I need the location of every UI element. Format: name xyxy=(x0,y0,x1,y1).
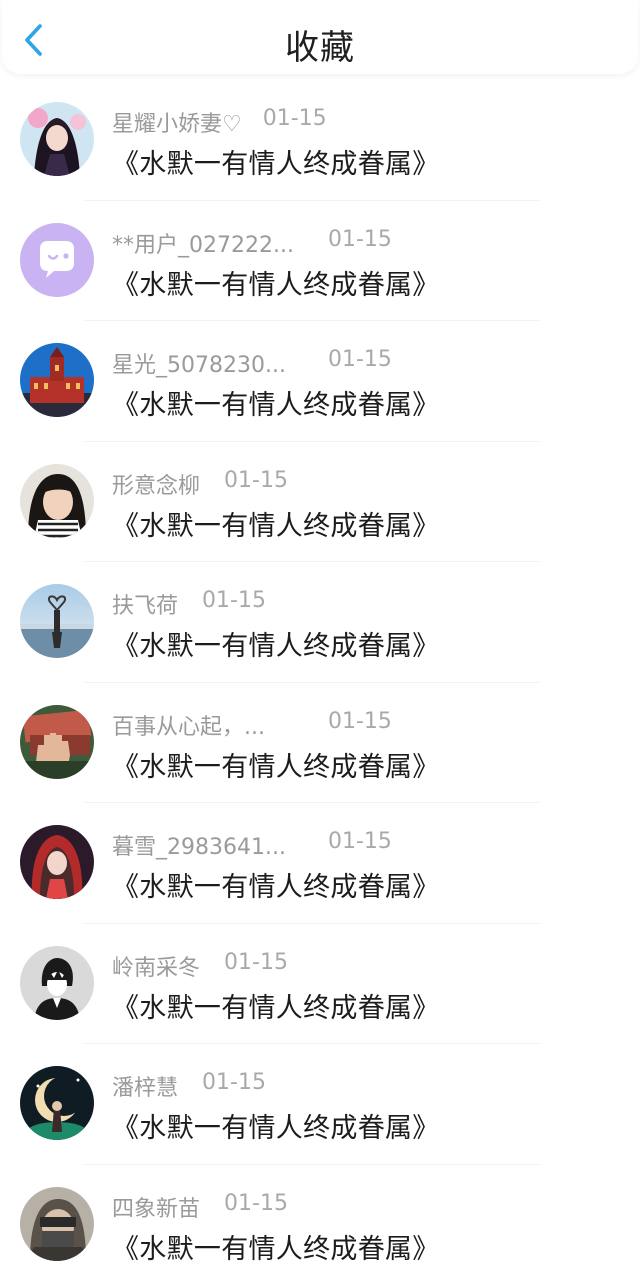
item-meta: 四象新苗 01-15 xyxy=(112,1190,288,1222)
seaside-heart-avatar[interactable] xyxy=(20,584,94,658)
favorite-title[interactable]: 《水默一有情人终成眷属》 xyxy=(112,865,440,904)
username[interactable]: 暮雪_2983641... xyxy=(112,829,308,861)
list-item[interactable]: 扶飞荷 01-15 《水默一有情人终成眷属》 xyxy=(0,562,640,683)
item-meta: 百事从心起，... 01-15 xyxy=(112,708,392,740)
username[interactable]: **用户_027222... xyxy=(112,227,308,259)
list-item[interactable]: **用户_027222... 01-15 《水默一有情人终成眷属》 xyxy=(0,201,640,321)
list-item[interactable]: 星耀小娇妻♡ 01-15 《水默一有情人终成眷属》 xyxy=(0,80,640,201)
chat-bubble-default-avatar[interactable] xyxy=(20,222,94,297)
list-item[interactable]: 潘梓慧 01-15 《水默一有情人终成眷属》 xyxy=(0,1044,640,1165)
list-item[interactable]: 星光_5078230... 01-15 《水默一有情人终成眷属》 xyxy=(0,321,640,442)
list-item[interactable]: 形意念柳 01-15 《水默一有情人终成眷属》 xyxy=(0,442,640,562)
item-meta: 星耀小娇妻♡ 01-15 xyxy=(112,106,327,137)
item-meta: 暮雪_2983641... 01-15 xyxy=(112,829,392,860)
username[interactable]: 扶飞荷 xyxy=(112,588,178,620)
date: 01-15 xyxy=(224,949,288,975)
date: 01-15 xyxy=(262,106,327,131)
favorite-title[interactable]: 《水默一有情人终成眷属》 xyxy=(112,986,440,1025)
moon-fantasy-avatar[interactable] xyxy=(20,1066,94,1140)
favorite-title[interactable]: 《水默一有情人终成眷属》 xyxy=(112,142,440,181)
list-item[interactable]: 岭南采冬 01-15 《水默一有情人终成眷属》 xyxy=(0,924,640,1044)
item-meta: 星光_5078230... 01-15 xyxy=(112,347,392,378)
favorite-title[interactable]: 《水默一有情人终成眷属》 xyxy=(112,504,440,543)
favorite-title[interactable]: 《水默一有情人终成眷属》 xyxy=(112,1227,440,1266)
masked-person-avatar[interactable] xyxy=(20,1186,94,1261)
hand-money-avatar[interactable] xyxy=(20,704,94,779)
red-building-avatar[interactable] xyxy=(20,343,94,417)
username[interactable]: 岭南采冬 xyxy=(112,950,200,982)
anime-boy-avatar[interactable] xyxy=(20,945,94,1020)
red-hood-girl-avatar[interactable] xyxy=(20,825,94,899)
favorite-title[interactable]: 《水默一有情人终成眷属》 xyxy=(112,624,440,663)
date: 01-15 xyxy=(328,226,392,252)
item-meta: 潘梓慧 01-15 xyxy=(112,1070,266,1101)
favorite-title[interactable]: 《水默一有情人终成眷属》 xyxy=(112,383,440,422)
date: 01-15 xyxy=(328,708,392,734)
date: 01-15 xyxy=(328,347,392,372)
favorites-page: 收藏 星耀小娇妻♡ 01-15 《水默一有情人终成眷属》 **用户_027222… xyxy=(0,0,640,1280)
item-meta: 扶飞荷 01-15 xyxy=(112,588,266,619)
item-meta: 岭南采冬 01-15 xyxy=(112,949,288,981)
item-meta: 形意念柳 01-15 xyxy=(112,467,288,499)
favorite-title[interactable]: 《水默一有情人终成眷属》 xyxy=(112,263,440,302)
date: 01-15 xyxy=(202,1070,266,1095)
list-item[interactable]: 四象新苗 01-15 《水默一有情人终成眷属》 xyxy=(0,1165,640,1280)
date: 01-15 xyxy=(202,588,266,613)
username[interactable]: 四象新苗 xyxy=(112,1191,200,1223)
girl-doll-avatar[interactable] xyxy=(20,102,94,176)
favorite-title[interactable]: 《水默一有情人终成眷属》 xyxy=(112,1106,440,1145)
child-photo-avatar[interactable] xyxy=(20,463,94,538)
date: 01-15 xyxy=(328,829,392,854)
item-meta: **用户_027222... 01-15 xyxy=(112,226,392,258)
list-item[interactable]: 百事从心起，... 01-15 《水默一有情人终成眷属》 xyxy=(0,683,640,803)
date: 01-15 xyxy=(224,1190,288,1216)
favorites-list: 星耀小娇妻♡ 01-15 《水默一有情人终成眷属》 **用户_027222...… xyxy=(0,80,640,1280)
date: 01-15 xyxy=(224,467,288,493)
username[interactable]: 潘梓慧 xyxy=(112,1070,178,1102)
username[interactable]: 百事从心起，... xyxy=(112,709,308,741)
favorite-title[interactable]: 《水默一有情人终成眷属》 xyxy=(112,745,440,784)
page-title: 收藏 xyxy=(285,28,355,68)
header-bar: 收藏 xyxy=(0,0,640,80)
username[interactable]: 星光_5078230... xyxy=(112,347,308,379)
list-item[interactable]: 暮雪_2983641... 01-15 《水默一有情人终成眷属》 xyxy=(0,803,640,924)
username[interactable]: 星耀小娇妻♡ xyxy=(112,106,242,138)
username[interactable]: 形意念柳 xyxy=(112,468,200,500)
